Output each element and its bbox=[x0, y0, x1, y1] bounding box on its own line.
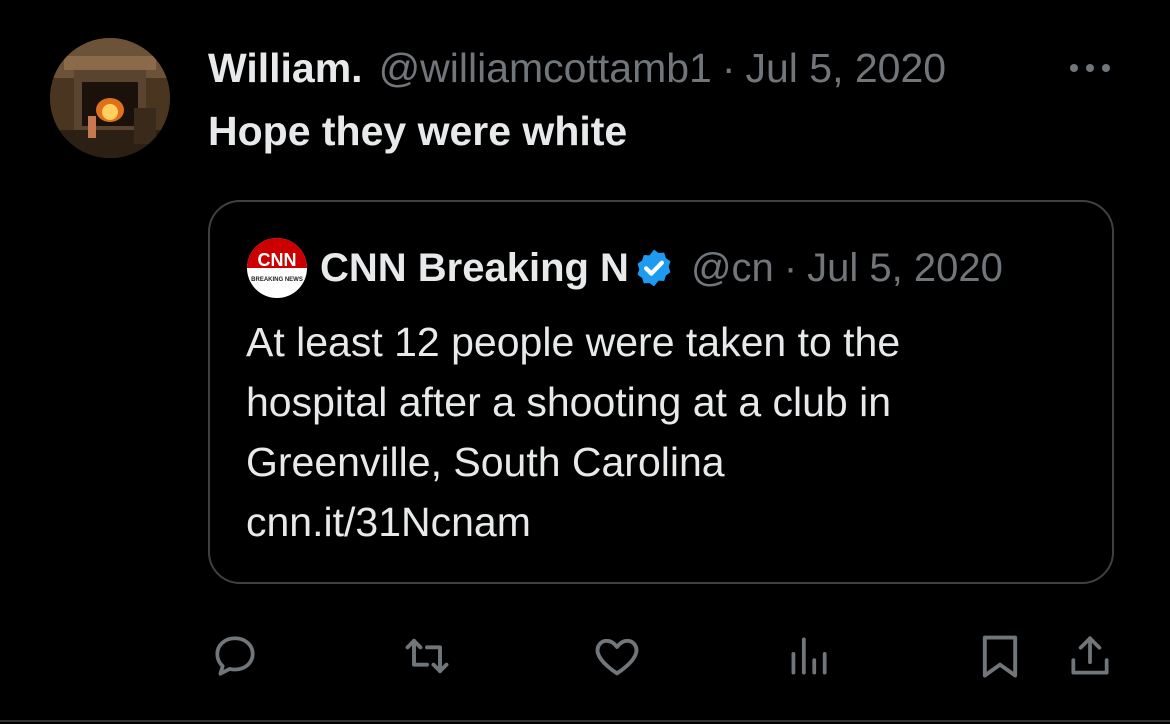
quoted-link[interactable]: cnn.it/31Ncnam bbox=[246, 492, 1106, 552]
reply-button[interactable] bbox=[207, 628, 263, 684]
share-icon bbox=[1071, 636, 1109, 675]
quoted-text-line: Greenville, South Carolina bbox=[246, 439, 725, 485]
cnn-logo-sub: BREAKING NEWS bbox=[251, 277, 303, 283]
quoted-display-name[interactable]: CNN Breaking N bbox=[320, 246, 629, 291]
tweet-text: Hope they were white bbox=[208, 108, 628, 154]
heart-icon bbox=[595, 638, 639, 676]
separator-dot: · bbox=[721, 44, 736, 91]
cnn-logo-icon[interactable]: CNN BREAKING NEWS bbox=[246, 237, 308, 299]
quoted-text-line: At least 12 people were taken to the bbox=[246, 319, 901, 365]
divider bbox=[0, 720, 1170, 722]
bookmark-button[interactable] bbox=[972, 628, 1028, 684]
views-button[interactable] bbox=[780, 628, 836, 684]
quoted-date[interactable]: Jul 5, 2020 bbox=[807, 246, 1003, 291]
fireplace-photo-icon bbox=[50, 38, 170, 158]
quoted-tweet-header: CNN BREAKING NEWS CNN Breaking N @cn · J… bbox=[246, 237, 1003, 299]
retweet-icon bbox=[405, 638, 449, 674]
quoted-handle[interactable]: @cn bbox=[691, 246, 774, 291]
tweet-header: William. @williamcottamb1 · Jul 5, 2020 bbox=[208, 44, 946, 92]
quoted-tweet-text: At least 12 people were taken to the hos… bbox=[246, 312, 1106, 552]
retweet-button[interactable] bbox=[399, 628, 455, 684]
avatar[interactable] bbox=[50, 38, 170, 158]
like-button[interactable] bbox=[589, 628, 645, 684]
tweet[interactable]: William. @williamcottamb1 · Jul 5, 2020 … bbox=[0, 0, 1170, 724]
author-handle[interactable]: @williamcottamb1 bbox=[379, 45, 712, 92]
quoted-tweet-card[interactable]: CNN BREAKING NEWS CNN Breaking N @cn · J… bbox=[208, 200, 1114, 584]
verified-badge-icon bbox=[637, 249, 671, 287]
cnn-logo-wordmark: CNN bbox=[258, 250, 297, 270]
analytics-icon bbox=[791, 637, 827, 675]
action-bar bbox=[0, 628, 1170, 688]
more-options-button[interactable] bbox=[1066, 52, 1114, 84]
quoted-text-line: hospital after a shooting at a club in bbox=[246, 379, 892, 425]
author-display-name[interactable]: William. bbox=[208, 45, 363, 92]
bookmark-icon bbox=[982, 635, 1018, 678]
tweet-date[interactable]: Jul 5, 2020 bbox=[745, 45, 946, 92]
more-dots-icon bbox=[1070, 64, 1110, 72]
reply-icon bbox=[215, 636, 255, 676]
share-button[interactable] bbox=[1062, 628, 1118, 684]
quoted-separator-dot: · bbox=[783, 245, 798, 290]
